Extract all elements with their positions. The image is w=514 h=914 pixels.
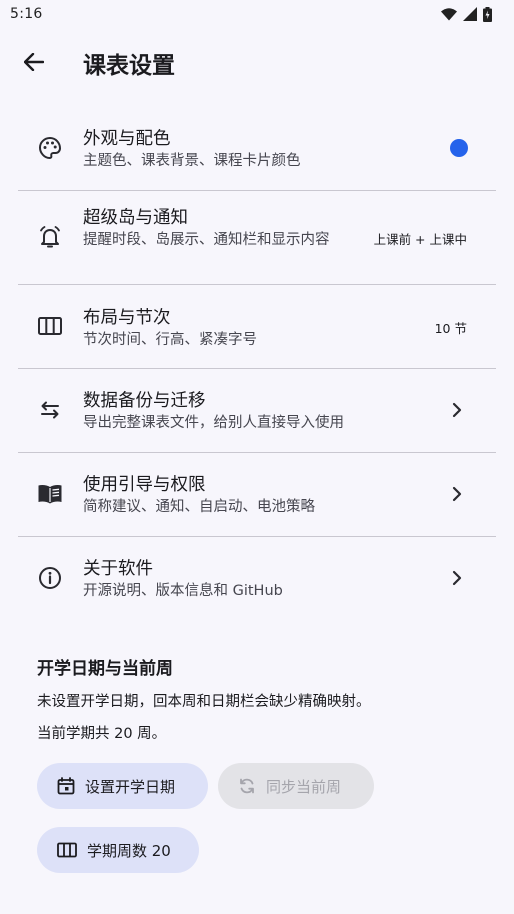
period-count-value: 10 节 [434,321,467,336]
settings-item-title: 超级岛与通知 [83,208,188,228]
semester-weeks-button[interactable]: 学期周数 20 [37,827,199,873]
cell-signal-icon [463,7,477,21]
set-start-date-label: 设置开学日期 [85,777,176,796]
settings-item-subtitle: 提醒时段、岛展示、通知栏和显示内容 [83,232,330,248]
sync-current-week-button[interactable]: 同步当前周 [218,763,374,809]
settings-item-subtitle: 主题色、课表背景、课程卡片颜色 [83,153,301,169]
arrow-left-icon [24,53,44,71]
battery-charging-icon [483,6,492,22]
palette-icon [37,135,63,161]
semester-section-title: 开学日期与当前周 [37,659,173,679]
app-bar: 课表设置 [0,34,514,90]
settings-item-subtitle: 开源说明、版本信息和 GitHub [83,583,283,599]
set-start-date-button[interactable]: 设置开学日期 [37,763,208,809]
book-icon [37,481,63,507]
status-time: 5:16 [10,6,43,22]
settings-item-backup[interactable]: 数据备份与迁移 导出完整课表文件，给别人直接导入使用 [0,369,514,452]
page-title: 课表设置 [83,53,175,79]
columns-icon [37,313,63,339]
settings-item-notifications[interactable]: 超级岛与通知 提醒时段、岛展示、通知栏和显示内容 上课前 + 上课中 [0,191,514,284]
semester-description: 未设置开学日期，回本周和日期栏会缺少精确映射。 [37,694,371,710]
status-icons [441,6,492,22]
sync-current-week-label: 同步当前周 [266,777,342,796]
swap-arrows-icon [37,397,63,423]
chevron-right-icon [452,486,462,502]
back-button[interactable] [14,42,54,82]
theme-color-dot [450,139,468,157]
info-icon [37,565,63,591]
semester-weeks-text: 当前学期共 20 周。 [37,726,167,742]
semester-weeks-label: 学期周数 20 [87,841,171,860]
sync-icon [240,778,254,794]
status-bar: 5:16 [0,0,514,28]
settings-item-guide[interactable]: 使用引导与权限 简称建议、通知、自启动、电池策略 [0,453,514,536]
settings-item-subtitle: 导出完整课表文件，给别人直接导入使用 [83,415,344,431]
calendar-icon [57,777,75,795]
settings-item-title: 使用引导与权限 [83,475,206,495]
chevron-right-icon [452,402,462,418]
columns-icon [57,842,77,858]
bell-icon [37,224,63,250]
settings-item-layout[interactable]: 布局与节次 节次时间、行高、紧凑字号 10 节 [0,285,514,368]
semester-section: 开学日期与当前周 未设置开学日期，回本周和日期栏会缺少精确映射。 当前学期共 2… [37,654,477,743]
settings-item-title: 数据备份与迁移 [83,391,206,411]
settings-item-title: 关于软件 [83,559,153,579]
settings-item-title: 布局与节次 [83,308,171,328]
settings-item-subtitle: 节次时间、行高、紧凑字号 [83,332,257,348]
settings-item-title: 外观与配色 [83,129,171,149]
settings-item-about[interactable]: 关于软件 开源说明、版本信息和 GitHub [0,537,514,620]
notification-mode-value: 上课前 + 上课中 [373,232,467,247]
wifi-icon [441,7,457,20]
chevron-right-icon [452,570,462,586]
settings-item-appearance[interactable]: 外观与配色 主题色、课表背景、课程卡片颜色 [0,107,514,190]
settings-item-subtitle: 简称建议、通知、自启动、电池策略 [83,499,315,515]
settings-list: 外观与配色 主题色、课表背景、课程卡片颜色 超级岛与通知 提醒时段、岛展示、通知… [0,107,514,620]
